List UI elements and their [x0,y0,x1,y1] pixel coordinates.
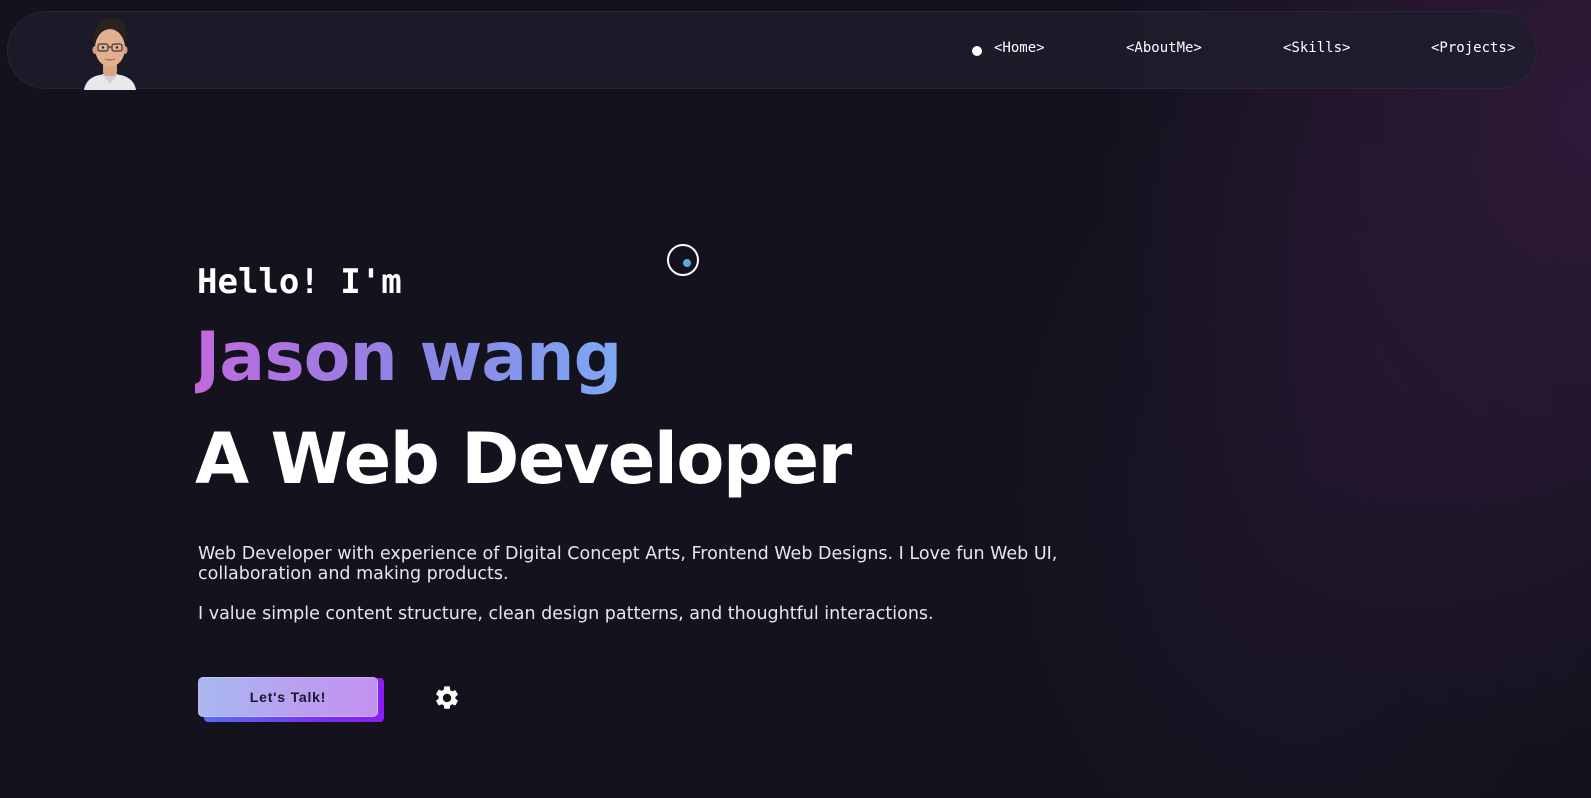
active-indicator-icon [972,46,982,56]
lets-talk-button[interactable]: Let's Talk! [198,677,378,717]
nav-skills[interactable]: <Skills> [1283,40,1350,56]
hero-greeting: Hello! I'm [197,262,402,302]
navbar: <Home> <AboutMe> <Skills> <Projects> [7,11,1537,90]
nav-projects[interactable]: <Projects> [1431,40,1515,56]
hero-description-2: I value simple content structure, clean … [198,604,934,624]
hero-role: A Web Developer [195,418,852,500]
hero-description-1: Web Developer with experience of Digital… [198,544,1058,584]
nav-links: <Home> <AboutMe> <Skills> <Projects> [8,12,1536,90]
nav-aboutme[interactable]: <AboutMe> [1126,40,1202,56]
gear-icon-svg [436,686,458,709]
hero-name: Jason wang [195,318,622,397]
cursor-dot-icon [683,259,691,267]
nav-home[interactable]: <Home> [994,40,1045,56]
gear-icon[interactable] [433,684,461,712]
